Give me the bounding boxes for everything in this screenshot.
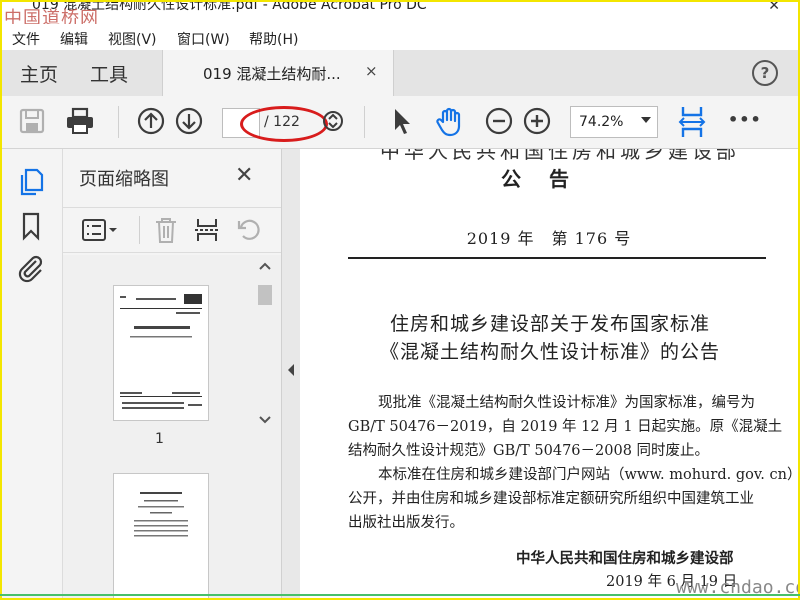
- thumbnails-close-button[interactable]: ✕: [235, 163, 253, 188]
- page-stepper-icon[interactable]: [322, 110, 344, 132]
- trash-icon[interactable]: [153, 216, 179, 244]
- title-page-preview: [134, 492, 188, 537]
- page-thumbnail-1[interactable]: [113, 285, 209, 421]
- thumbnail-options-icon[interactable]: [81, 218, 121, 242]
- menu-edit[interactable]: 编辑: [60, 29, 88, 49]
- body-paragraph-2-line1: 本标准在住房和城乡建设部门户网站（www. mohurd. gov. cn）: [378, 467, 798, 483]
- pages-icon[interactable]: [18, 167, 44, 197]
- more-tools-button[interactable]: •••: [728, 110, 762, 129]
- zoom-select[interactable]: 74.2%: [570, 106, 658, 138]
- menu-bar: 文件 编辑 视图(V) 窗口(W) 帮助(H): [2, 24, 798, 50]
- collapse-arrow-icon: [288, 364, 294, 376]
- tab-document[interactable]: 019 混凝土结构耐... ×: [162, 50, 394, 97]
- tab-bar: 主页 工具 019 混凝土结构耐... × ?: [2, 50, 798, 97]
- zoom-out-icon[interactable]: [484, 106, 514, 136]
- fit-width-icon[interactable]: [678, 104, 706, 140]
- chevron-down-icon: [641, 117, 651, 123]
- zoom-value: 74.2%: [579, 114, 624, 130]
- announcement-title-line2: 《混凝土结构耐久性设计标准》的公告: [379, 341, 720, 363]
- thumbnails-panel-title: 页面缩略图: [79, 169, 169, 190]
- rotate-icon[interactable]: [235, 216, 263, 244]
- main-toolbar: / 122 74.2% •••: [2, 96, 798, 149]
- toolbar-divider: [364, 106, 365, 138]
- issuer-heading: 中华人民共和国住房和城乡建设部: [380, 149, 740, 163]
- toolbar-divider: [118, 106, 119, 138]
- scrollbar-thumb[interactable]: [258, 285, 272, 305]
- cover-page-preview: [120, 294, 202, 409]
- thumbnail-page-label: 1: [155, 431, 164, 447]
- body-paragraph-1-line1: 现批准《混凝土结构耐久性设计标准》为国家标准，编号为: [378, 395, 755, 411]
- announcement-title-line1: 住房和城乡建设部关于发布国家标准: [389, 313, 710, 335]
- thumbnails-scrollbar[interactable]: [255, 255, 275, 598]
- insert-page-icon[interactable]: [193, 216, 221, 244]
- body-paragraph-1-line2: GB/T 50476－2019，自 2019 年 12 月 1 日起实施。原《混…: [348, 419, 783, 435]
- scroll-down-icon[interactable]: [259, 415, 271, 425]
- hand-icon[interactable]: [434, 106, 466, 138]
- thumbnails-panel: 页面缩略图 ✕ 1: [63, 149, 281, 598]
- zoom-in-icon[interactable]: [522, 106, 552, 136]
- notice-number: 2019 年 第 176 号: [466, 229, 632, 248]
- heading-rule: [348, 257, 766, 259]
- document-viewer[interactable]: 中华人民共和国住房和城乡建设部 公告 2019 年 第 176 号 住房和城乡建…: [300, 149, 798, 598]
- thumbnails-toolbar: [63, 207, 281, 253]
- menu-file[interactable]: 文件: [12, 29, 40, 49]
- panel-collapse-handle[interactable]: [281, 149, 301, 598]
- menu-window[interactable]: 窗口(W): [177, 29, 230, 49]
- paperclip-icon[interactable]: [16, 253, 46, 283]
- page-thumbnail-2[interactable]: [113, 473, 209, 598]
- scroll-up-icon[interactable]: [259, 261, 271, 271]
- arrow-up-icon[interactable]: [136, 106, 166, 136]
- menu-help[interactable]: 帮助(H): [249, 29, 298, 49]
- print-icon[interactable]: [64, 106, 96, 136]
- body-paragraph-2-line3: 出版社出版发行。: [348, 515, 464, 531]
- toolbar-divider: [139, 216, 140, 244]
- notice-heading: 公告: [501, 167, 597, 191]
- tab-tools[interactable]: 工具: [90, 60, 128, 87]
- bottom-edge: [0, 594, 800, 596]
- save-icon[interactable]: [18, 106, 46, 136]
- tab-home[interactable]: 主页: [20, 60, 58, 87]
- arrow-down-icon[interactable]: [174, 106, 204, 136]
- pointer-icon[interactable]: [390, 106, 414, 136]
- left-icon-rail: [2, 149, 63, 598]
- body-paragraph-1-line3: 结构耐久性设计规范》GB/T 50476－2008 同时废止。: [348, 443, 710, 459]
- body-paragraph-2-line2: 公开，并由住房和城乡建设部标准定额研究所组织中国建筑工业: [348, 491, 754, 507]
- app-window: 019 混凝土结构耐久性设计标准.pdf - Adobe Acrobat Pro…: [0, 0, 800, 600]
- thumbnails-list: 1: [63, 255, 281, 598]
- issuer-signature: 中华人民共和国住房和城乡建设部: [516, 550, 734, 567]
- bookmark-icon[interactable]: [20, 211, 42, 241]
- window-close-button[interactable]: ✕: [768, 2, 780, 13]
- document-tab-label: 019 混凝土结构耐...: [203, 65, 341, 83]
- red-circle-annotation: [240, 106, 328, 142]
- menu-view[interactable]: 视图(V): [108, 29, 157, 49]
- title-bar: 019 混凝土结构耐久性设计标准.pdf - Adobe Acrobat Pro…: [2, 2, 798, 22]
- document-tab-close-button[interactable]: ×: [365, 62, 378, 80]
- help-button[interactable]: ?: [752, 60, 778, 86]
